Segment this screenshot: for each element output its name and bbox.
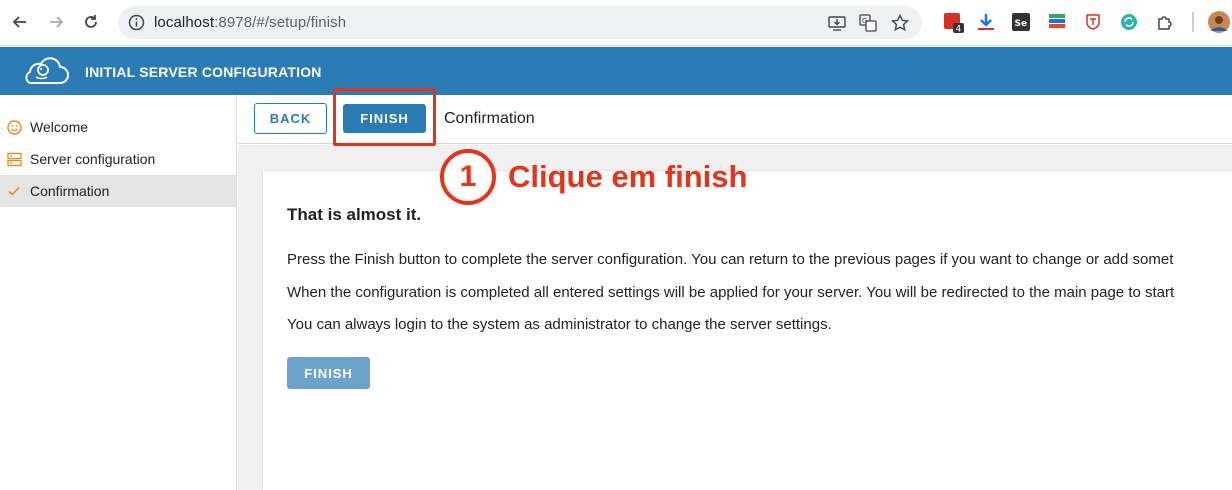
address-bar[interactable]: localhost:8978/#/setup/finish G	[118, 6, 922, 39]
confirmation-card: That is almost it. Press the Finish butt…	[263, 171, 1232, 490]
sidebar-item-confirmation[interactable]: Confirmation	[0, 175, 236, 207]
translate-icon[interactable]: G	[859, 14, 877, 32]
url-text[interactable]: localhost:8978/#/setup/finish	[154, 14, 346, 31]
sidebar-item-server-configuration[interactable]: Server configuration	[0, 143, 236, 175]
browser-toolbar: localhost:8978/#/setup/finish G 4 Se	[0, 0, 1232, 46]
forward-arrow-icon[interactable]	[45, 11, 67, 33]
highlight-box	[333, 88, 436, 146]
instruction-line-2: When the configuration is completed all …	[287, 284, 1175, 301]
toolbar-divider	[1192, 12, 1194, 32]
back-arrow-icon[interactable]	[9, 11, 31, 33]
back-button[interactable]: BACK	[254, 103, 327, 134]
svg-text:G: G	[862, 17, 867, 25]
selenium-extension-icon[interactable]: Se	[1012, 13, 1030, 31]
sidebar-item-label: Server configuration	[30, 151, 156, 167]
setup-sidebar: Welcome Server configuration Confirmatio…	[0, 95, 237, 490]
check-icon	[6, 183, 22, 199]
sidebar-item-welcome[interactable]: Welcome	[0, 111, 236, 143]
step-annotation-text: Clique em finish	[508, 159, 748, 194]
finish-button-disabled[interactable]: FINISH	[287, 357, 370, 389]
install-app-icon[interactable]	[828, 14, 846, 32]
profile-avatar[interactable]	[1208, 11, 1230, 33]
smiley-icon	[6, 119, 22, 135]
sidebar-item-label: Welcome	[30, 119, 89, 135]
reload-icon[interactable]	[80, 11, 102, 33]
download-extension-icon[interactable]	[977, 13, 995, 31]
site-info-icon[interactable]	[128, 14, 145, 31]
extensions-puzzle-icon[interactable]	[1156, 13, 1174, 31]
sidebar-item-label: Confirmation	[30, 183, 110, 199]
instruction-line-3: You can always login to the system as ad…	[287, 316, 832, 333]
app-title: INITIAL SERVER CONFIGURATION	[85, 64, 322, 80]
color-stack-extension-icon[interactable]	[1048, 13, 1066, 31]
card-heading: That is almost it.	[287, 205, 422, 224]
bookmark-star-icon[interactable]	[890, 13, 910, 32]
page-title: Confirmation	[444, 110, 535, 127]
cloudbeaver-logo-icon[interactable]	[18, 55, 72, 87]
sync-extension-icon[interactable]	[1120, 13, 1138, 31]
extension-badge-icon[interactable]: 4	[943, 12, 964, 35]
shield-extension-icon[interactable]	[1084, 13, 1102, 31]
svg-text:Se: Se	[1015, 19, 1028, 29]
step-number-badge: 1	[440, 149, 496, 205]
svg-text:4: 4	[956, 25, 962, 35]
server-icon	[6, 151, 22, 167]
instruction-line-1: Press the Finish button to complete the …	[287, 251, 1174, 268]
app-header: INITIAL SERVER CONFIGURATION	[0, 47, 1232, 95]
